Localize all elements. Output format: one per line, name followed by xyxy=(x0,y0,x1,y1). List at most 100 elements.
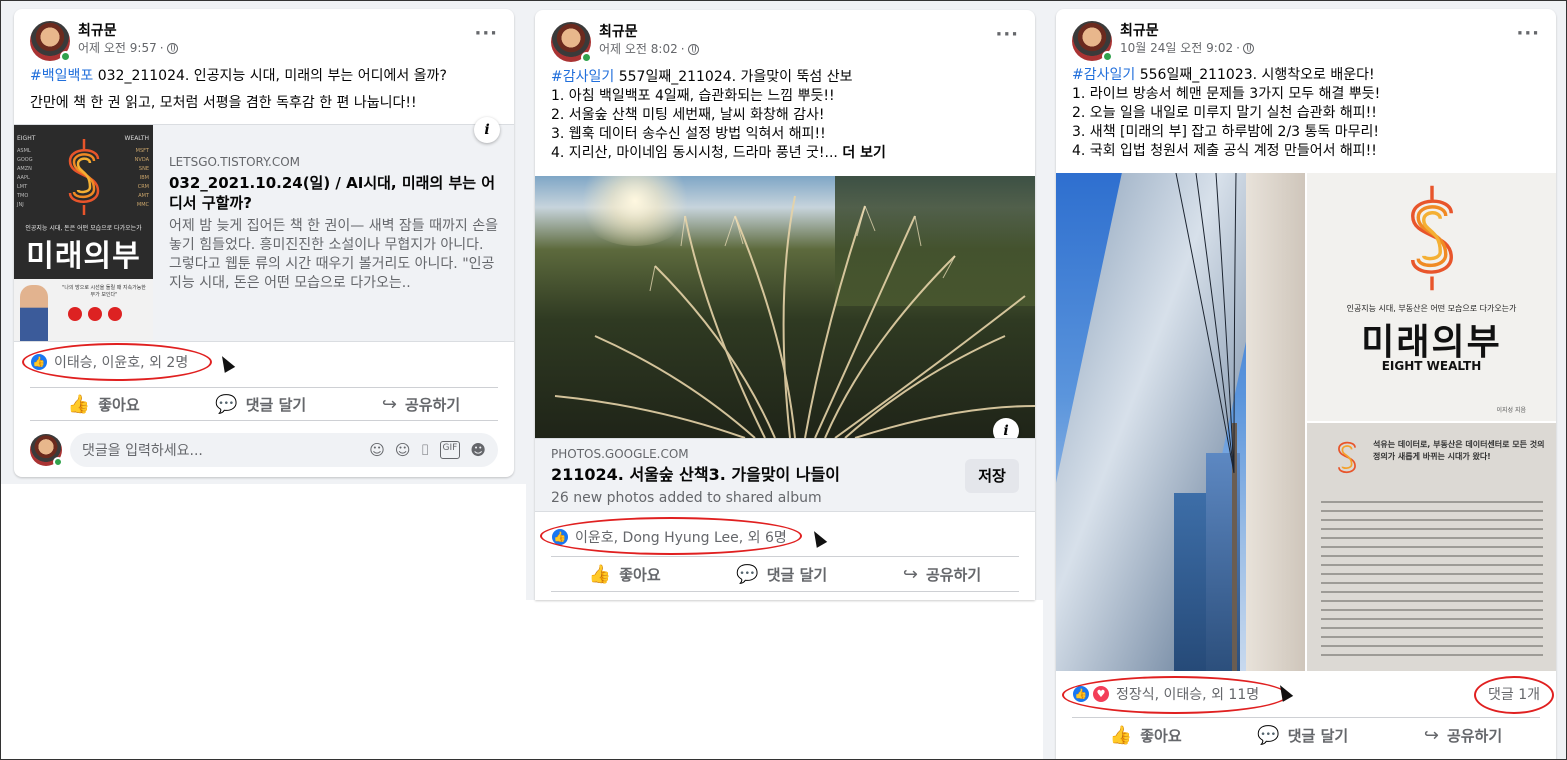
more-options-icon[interactable]: ··· xyxy=(474,25,498,43)
post-photo-book-cover[interactable]: 인공지능 시대, 부동산은 어떤 모습으로 다가오는가 미래의부 EIGHT W… xyxy=(1307,173,1556,421)
like-label: 좋아요 xyxy=(619,565,661,584)
see-more-link[interactable]: 더 보기 xyxy=(842,145,886,161)
author-avatar[interactable] xyxy=(551,22,592,63)
author-avatar[interactable] xyxy=(1072,21,1113,62)
post-timestamp[interactable]: 어제 오전 9:57 xyxy=(78,40,157,56)
reactions-summary[interactable]: 👍 이윤호, Dong Hyung Lee, 외 6명 xyxy=(551,527,787,547)
like-label: 좋아요 xyxy=(1140,727,1182,745)
author-name[interactable]: 최규문 xyxy=(1120,22,1254,40)
book-cover-image: EIGHT WEALTH ASML GOOG AMZN AAPL LMT TMO JNJ M… xyxy=(14,125,153,341)
share-button[interactable]: ↪ 공유하기 xyxy=(885,558,999,591)
like-label: 좋아요 xyxy=(98,395,140,414)
comment-icon: 💬 xyxy=(736,563,759,585)
post-text-line: 1. 라이브 방송서 헤맨 문제들 3가지 모두 해결 뿌듯! xyxy=(1072,86,1381,102)
online-status-dot xyxy=(1102,51,1113,62)
reactions-names[interactable]: 정장식, 이태승, 외 11명 xyxy=(1116,684,1259,704)
post-text-line: 1. 아침 백일백포 4일째, 습관화되는 느낌 뿌듯!! xyxy=(551,88,835,104)
post-timestamp[interactable]: 어제 오전 8:02 xyxy=(599,41,678,57)
power-lines xyxy=(1175,173,1237,474)
love-reaction-icon: ♥ xyxy=(1092,685,1110,703)
reactions-summary[interactable]: 👍 이태승, 이윤호, 외 2명 xyxy=(30,352,188,372)
info-icon[interactable]: i xyxy=(474,117,500,143)
author-avatar[interactable] xyxy=(30,21,71,62)
link-title[interactable]: 032_2021.10.24(일) / AI시대, 미래의 부는 어디서 구할까… xyxy=(169,173,499,213)
link-preview[interactable]: PHOTOS.GOOGLE.COM 211024. 서울숲 산책3. 가을맞이 … xyxy=(535,438,1035,512)
comment-label: 댓글 달기 xyxy=(245,395,307,414)
link-preview[interactable]: EIGHT WEALTH ASML GOOG AMZN AAPL LMT TMO JNJ M… xyxy=(14,117,514,342)
author-name[interactable]: 최규문 xyxy=(78,22,178,40)
book-title: 미래의부 xyxy=(1361,322,1502,363)
post-text-line: 4. 지리산, 마이네임 동시시청, 드라마 풍년 굿!... xyxy=(551,145,843,161)
book-ticker: AMZN xyxy=(17,166,32,172)
more-options-icon[interactable]: ··· xyxy=(1516,25,1540,43)
book-ticker: IBM xyxy=(139,175,149,181)
book-page-text-lines xyxy=(1321,501,1543,661)
share-button[interactable]: ↪ 공유하기 xyxy=(1406,719,1520,752)
post-actions: 👍 좋아요 💬 댓글 달기 ↪ 공유하기 xyxy=(1072,717,1540,753)
link-description: 26 new photos added to shared album xyxy=(551,490,822,506)
book-ticker: MSFT xyxy=(135,148,149,154)
post-photo-book-page[interactable]: 석유는 데이터로, 부동산은 데이터센터로 모든 것의 정의가 새롭게 바뀌는 … xyxy=(1307,423,1556,671)
comment-label: 댓글 달기 xyxy=(766,565,828,584)
post-timestamp[interactable]: 10월 24일 오전 9:02 xyxy=(1120,40,1233,56)
book-badge xyxy=(68,307,82,321)
hashtag-link[interactable]: #감사일기 xyxy=(1072,67,1135,83)
hashtag-link[interactable]: #백일백포 xyxy=(30,68,93,84)
like-button[interactable]: 👍 좋아요 xyxy=(50,388,158,421)
book-english-title: EIGHT WEALTH xyxy=(1381,359,1482,373)
book-badge xyxy=(108,307,122,321)
avatar-sticker-icon[interactable]: ☻ xyxy=(470,441,486,459)
book-tickers: MSFT NVDA SNE IBM CRM AMT MMC xyxy=(135,147,149,210)
online-status-dot xyxy=(60,51,71,62)
online-status-dot xyxy=(53,457,63,467)
info-icon[interactable]: i xyxy=(993,418,1019,438)
emoji-icon[interactable]: ☺ xyxy=(395,441,411,459)
post-photo[interactable]: i xyxy=(535,176,1035,438)
book-ticker: ASML xyxy=(17,148,31,154)
like-button[interactable]: 👍 좋아요 xyxy=(571,558,679,591)
post-header: 최규문 10월 24일 오전 9:02 · xyxy=(1072,21,1254,62)
reactions-names[interactable]: 이윤호, Dong Hyung Lee, 외 6명 xyxy=(575,527,787,547)
like-reaction-icon: 👍 xyxy=(551,528,569,546)
dollar-sign-icon xyxy=(1411,185,1453,291)
my-avatar[interactable] xyxy=(30,434,63,467)
comment-button[interactable]: 💬 댓글 달기 xyxy=(197,388,324,421)
post-header: 최규문 어제 오전 9:57 · xyxy=(30,21,178,62)
book-ticker: AAPL xyxy=(17,175,30,181)
post-text-line: 556일째_211023. 시행착오로 배운다! xyxy=(1135,67,1375,83)
book-ticker: TMO xyxy=(17,193,29,199)
comment-button[interactable]: 💬 댓글 달기 xyxy=(1239,719,1366,752)
reactions-names[interactable]: 이태승, 이윤호, 외 2명 xyxy=(54,352,188,372)
reactions-summary[interactable]: 👍 ♥ 정장식, 이태승, 외 11명 xyxy=(1072,684,1259,704)
post-card-2: 최규문 어제 오전 8:02 · ··· #감사일기 557일째_211024. … xyxy=(535,10,1035,600)
author-name[interactable]: 최규문 xyxy=(599,23,699,41)
globe-icon xyxy=(166,42,178,54)
book-tickers: ASML GOOG AMZN AAPL LMT TMO JNJ xyxy=(17,147,33,210)
sticker-icon[interactable]: ☺ xyxy=(369,441,385,459)
share-button[interactable]: ↪ 공유하기 xyxy=(364,388,478,421)
book-cover-label: WEALTH xyxy=(124,135,149,142)
book-ticker: GOOG xyxy=(17,157,33,163)
globe-icon xyxy=(687,43,699,55)
comment-composer: 댓글을 입력하세요... ☺ ☺ ⌷ GIF ☻ xyxy=(30,433,498,467)
post-actions: 👍 좋아요 💬 댓글 달기 ↪ 공유하기 xyxy=(30,387,498,421)
book-badge xyxy=(88,307,102,321)
comment-count[interactable]: 댓글 1개 xyxy=(1488,684,1540,704)
like-button[interactable]: 👍 좋아요 xyxy=(1092,719,1200,752)
dollar-sign-icon xyxy=(1338,441,1356,474)
post-text-line: 간만에 책 한 권 읽고, 모처럼 서평을 겸한 독후감 한 편 나눕니다!! xyxy=(30,95,417,111)
post-card-1: 최규문 어제 오전 9:57 · ··· #백일백포 032_211024. 인공… xyxy=(14,9,514,477)
post-photo-buildings[interactable] xyxy=(1056,173,1305,671)
comment-button[interactable]: 💬 댓글 달기 xyxy=(718,558,845,591)
save-button[interactable]: 저장 xyxy=(965,459,1019,493)
camera-icon[interactable]: ⌷ xyxy=(421,441,430,459)
comment-label: 댓글 달기 xyxy=(1287,727,1349,745)
comment-input[interactable]: 댓글을 입력하세요... ☺ ☺ ⌷ GIF ☻ xyxy=(70,433,498,467)
link-title[interactable]: 211024. 서울숲 산책3. 가을맞이 나들이 xyxy=(551,465,840,485)
comment-placeholder: 댓글을 입력하세요... xyxy=(82,443,203,459)
hashtag-link[interactable]: #감사일기 xyxy=(551,69,614,85)
more-options-icon[interactable]: ··· xyxy=(995,26,1019,44)
book-ticker: AMT xyxy=(138,193,149,199)
book-title: 미래의부 xyxy=(26,239,141,274)
gif-icon[interactable]: GIF xyxy=(439,441,461,459)
